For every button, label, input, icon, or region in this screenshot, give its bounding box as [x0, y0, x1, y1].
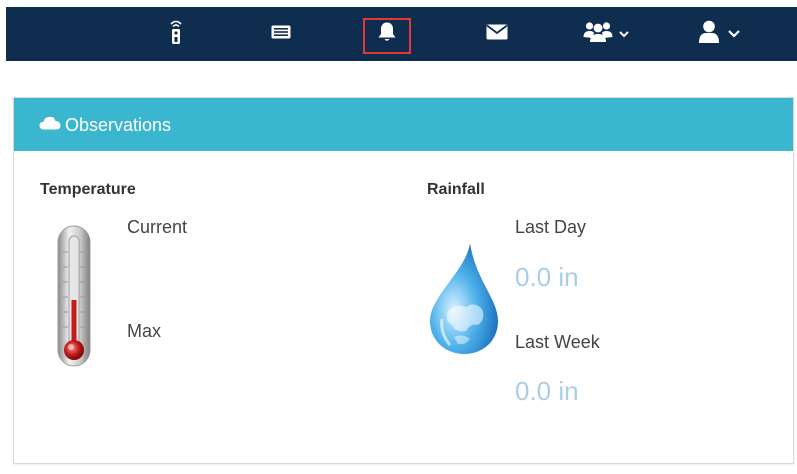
panel-header: Observations	[14, 98, 793, 151]
group-icon	[583, 21, 613, 48]
messages-button[interactable]	[482, 7, 512, 61]
chevron-down-icon	[619, 25, 629, 43]
envelope-icon	[486, 24, 508, 45]
remote-icon	[169, 18, 183, 51]
last-week-label: Last Week	[515, 332, 600, 352]
notifications-button[interactable]	[363, 7, 411, 61]
current-temperature-label: Current	[127, 217, 188, 237]
panel-title: Observations	[65, 115, 172, 135]
temperature-title: Temperature	[40, 181, 136, 198]
water-drop-globe-icon	[426, 241, 502, 361]
user-menu-button[interactable]	[688, 7, 750, 61]
cloud-icon	[39, 116, 61, 135]
last-week-value: 0.0 in	[515, 376, 579, 406]
observations-panel: Observations Temperature Current Max Rai…	[13, 97, 794, 464]
last-day-label: Last Day	[515, 217, 587, 237]
remote-button[interactable]	[161, 7, 191, 61]
max-temperature-label: Max	[127, 321, 162, 341]
thermometer-icon	[52, 222, 96, 375]
top-navbar	[6, 7, 797, 61]
groups-menu-button[interactable]	[574, 7, 638, 61]
chevron-down-icon	[728, 25, 740, 43]
last-day-value: 0.0 in	[515, 262, 579, 292]
list-card-icon	[271, 25, 291, 44]
active-highlight	[363, 18, 411, 54]
list-button[interactable]	[266, 7, 296, 61]
user-icon	[698, 20, 720, 49]
rainfall-title: Rainfall	[427, 181, 485, 198]
